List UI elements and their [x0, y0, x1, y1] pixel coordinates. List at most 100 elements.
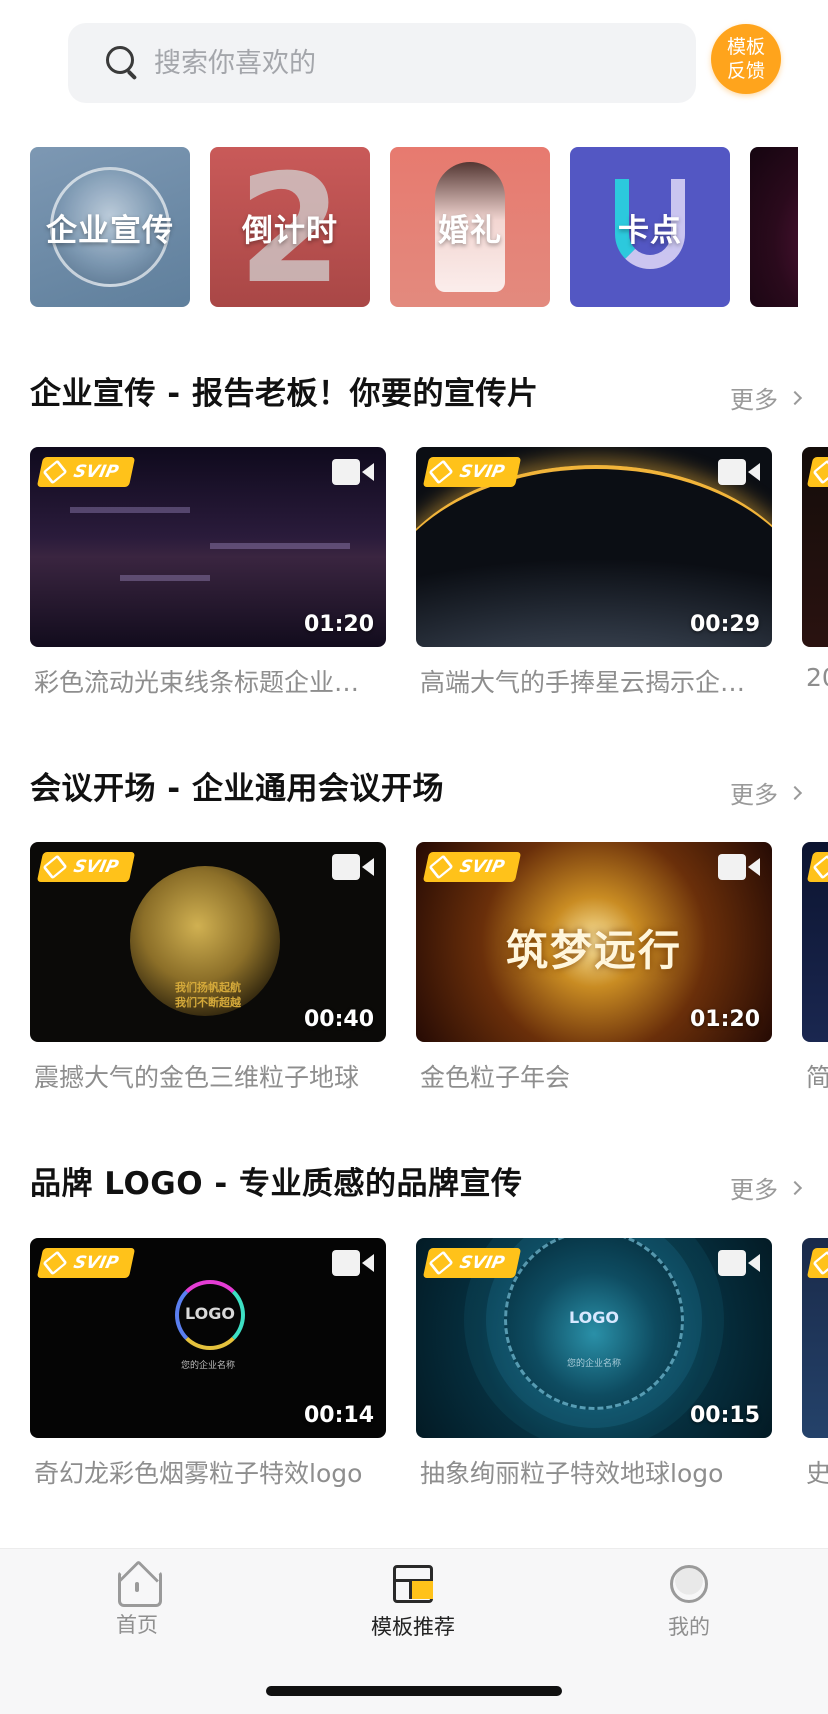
feedback-label-line1: 模板	[726, 36, 765, 58]
more-link[interactable]: 更多	[730, 380, 803, 415]
template-card[interactable]: 筑梦远行 SVIP 01:20 金色粒子年会	[416, 842, 772, 1094]
category-tile-beat-sync[interactable]: 卡点	[570, 147, 730, 307]
badge-text: SVIP	[71, 857, 121, 877]
card-title-partial: 20	[806, 663, 828, 692]
feedback-label-line2: 反馈	[726, 60, 765, 82]
more-link[interactable]: 更多	[730, 1170, 803, 1205]
svip-badge: SVIP	[422, 852, 522, 882]
category-tile-countdown[interactable]: 2 倒计时	[210, 147, 370, 307]
video-duration: 00:40	[303, 1007, 374, 1032]
video-duration: 01:20	[303, 612, 374, 637]
card-title: 彩色流动光束线条标题企业宣传片	[34, 668, 380, 697]
chevron-right-icon	[787, 785, 803, 800]
video-thumbnail[interactable]: LOGO 您的企业名称 SVIP 00:14	[30, 1238, 386, 1438]
svip-badge	[806, 1248, 828, 1278]
search-input[interactable]	[154, 47, 674, 79]
svip-badge: SVIP	[36, 1248, 136, 1278]
svip-badge: SVIP	[422, 1248, 522, 1278]
video-duration: 00:14	[303, 1403, 374, 1428]
category-tile-wedding[interactable]: 婚礼	[390, 147, 550, 307]
home-icon	[118, 1565, 162, 1607]
badge-text: SVIP	[71, 462, 121, 482]
video-duration: 00:15	[689, 1403, 760, 1428]
template-card[interactable]: 我们扬帆起航 我们不断超越 SVIP 00:40 震撼大气的金色三维粒子地球	[30, 842, 386, 1094]
tab-label: 模板推荐	[371, 1615, 455, 1639]
section-title: 品牌 LOGO - 专业质感的品牌宣传	[30, 1166, 523, 1202]
tab-home[interactable]: 首页	[77, 1565, 197, 1639]
chevron-right-icon	[787, 1180, 803, 1195]
video-camera-icon	[718, 854, 760, 880]
diamond-icon	[812, 459, 828, 485]
video-duration: 01:20	[689, 1007, 760, 1032]
category-label: 倒计时	[242, 212, 338, 249]
video-thumbnail[interactable]: 我们扬帆起航 我们不断超越 SVIP 00:40	[30, 842, 386, 1042]
svip-badge: SVIP	[36, 852, 136, 882]
diamond-icon	[42, 1250, 68, 1276]
search-icon	[106, 46, 140, 80]
card-title: 高端大气的手捧星云揭示企业宣传	[420, 668, 766, 697]
video-camera-icon	[332, 854, 374, 880]
template-card[interactable]: SVIP 01:20 彩色流动光束线条标题企业宣传片	[30, 447, 386, 699]
svip-badge	[806, 852, 828, 882]
diamond-icon	[428, 854, 454, 880]
section-title: 企业宣传 - 报告老板！你要的宣传片	[30, 376, 539, 412]
category-row: 企业宣传 2 倒计时 婚礼 卡点	[30, 147, 798, 307]
badge-text: SVIP	[457, 857, 507, 877]
caption-line: 我们扬帆起航	[175, 981, 241, 994]
diamond-icon	[42, 459, 68, 485]
video-camera-icon	[718, 1250, 760, 1276]
card-title: 金色粒子年会	[420, 1063, 571, 1092]
video-thumbnail[interactable]: 筑梦远行 SVIP 01:20	[416, 842, 772, 1042]
template-icon	[393, 1565, 433, 1603]
tab-me[interactable]: 我的	[629, 1565, 749, 1641]
category-tile-partial[interactable]	[750, 147, 798, 307]
card-title-partial: 史	[806, 1459, 828, 1488]
badge-text: SVIP	[71, 1253, 121, 1273]
video-camera-icon	[332, 1250, 374, 1276]
more-link[interactable]: 更多	[730, 775, 803, 810]
video-camera-icon	[332, 459, 374, 485]
template-card-partial[interactable]	[802, 447, 828, 647]
template-card[interactable]: LOGO 您的企业名称 SVIP 00:15 抽象绚丽粒子特效地球logo	[416, 1238, 772, 1490]
section-title: 会议开场 - 企业通用会议开场	[30, 771, 444, 807]
template-card-partial[interactable]	[802, 1238, 828, 1438]
tab-template-recommend[interactable]: 模板推荐	[353, 1565, 473, 1641]
template-card[interactable]: SVIP 00:29 高端大气的手捧星云揭示企业宣传	[416, 447, 772, 699]
card-title-partial: 简	[806, 1063, 828, 1092]
video-thumbnail[interactable]: SVIP 01:20	[30, 447, 386, 647]
badge-text: SVIP	[457, 462, 507, 482]
diamond-icon	[42, 854, 68, 880]
svip-badge: SVIP	[422, 457, 522, 487]
video-camera-icon	[718, 459, 760, 485]
card-title: 震撼大气的金色三维粒子地球	[34, 1063, 360, 1092]
template-feedback-button[interactable]: 模板 反馈	[711, 24, 781, 94]
more-label: 更多	[730, 386, 778, 414]
category-label: 婚礼	[438, 212, 502, 249]
diamond-icon	[428, 459, 454, 485]
thumbnail-subtext: 您的企业名称	[180, 1361, 235, 1371]
category-tile-corporate[interactable]: 企业宣传	[30, 147, 190, 307]
thumbnail-caption: 我们扬帆起航 我们不断超越	[30, 980, 386, 1010]
template-card-partial[interactable]	[802, 842, 828, 1042]
more-label: 更多	[730, 781, 778, 809]
home-indicator[interactable]	[266, 1686, 562, 1696]
card-title: 抽象绚丽粒子特效地球logo	[420, 1459, 724, 1488]
video-thumbnail[interactable]: LOGO 您的企业名称 SVIP 00:15	[416, 1238, 772, 1438]
thumbnail-logo-text: LOGO	[569, 1308, 619, 1327]
thumbnail-calligraphy: 筑梦远行	[505, 926, 682, 975]
video-duration: 00:29	[689, 612, 760, 637]
diamond-icon	[812, 1250, 828, 1276]
profile-icon	[670, 1565, 708, 1603]
tab-label: 首页	[116, 1613, 158, 1637]
category-label: 卡点	[618, 212, 682, 249]
template-card[interactable]: LOGO 您的企业名称 SVIP 00:14 奇幻龙彩色烟雾粒子特效logo	[30, 1238, 386, 1490]
diamond-icon	[812, 854, 828, 880]
search-bar[interactable]	[68, 23, 696, 103]
category-label: 企业宣传	[46, 212, 174, 249]
diamond-icon	[428, 1250, 454, 1276]
video-thumbnail[interactable]: SVIP 00:29	[416, 447, 772, 647]
more-label: 更多	[730, 1176, 778, 1204]
svip-badge	[806, 457, 828, 487]
thumbnail-subtext: 您的企业名称	[566, 1359, 621, 1369]
svip-badge: SVIP	[36, 457, 136, 487]
